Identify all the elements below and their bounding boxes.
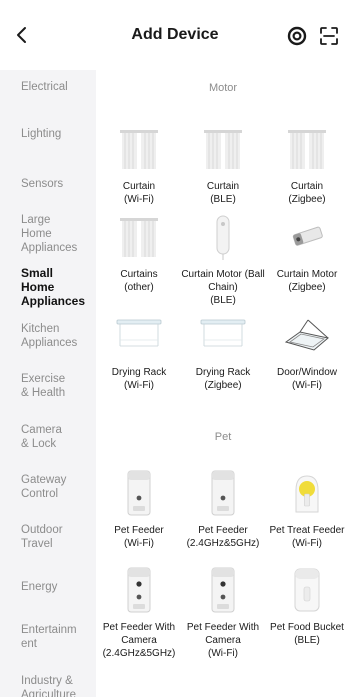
curtain-icon bbox=[114, 124, 164, 174]
device-label: Pet Feeder With Camera (Wi-Fi) bbox=[186, 622, 260, 659]
device-card[interactable]: Pet Feeder (2.4GHz&5GHz) bbox=[181, 468, 265, 550]
sidebar-item[interactable]: Energy bbox=[0, 580, 96, 594]
device-card[interactable]: Curtain (Wi-Fi) bbox=[97, 124, 181, 206]
section-title-motor: Motor bbox=[208, 82, 238, 94]
header: Add Device bbox=[0, 0, 350, 70]
window-icon bbox=[282, 310, 332, 360]
sidebar-item[interactable]: Sensors bbox=[0, 177, 96, 191]
device-label: Pet Feeder With Camera (2.4GHz&5GHz) bbox=[102, 622, 176, 659]
device-label: Curtain (BLE) bbox=[206, 181, 240, 205]
curtain-icon bbox=[282, 124, 332, 174]
sidebar-item[interactable]: Gateway Control bbox=[0, 473, 96, 501]
pet-treat-feeder-icon bbox=[282, 468, 332, 518]
curtain-icon bbox=[114, 212, 164, 262]
pet-feeder-camera-icon bbox=[198, 565, 248, 615]
pet-feeder-icon bbox=[114, 468, 164, 518]
device-card[interactable]: Door/Window (Wi-Fi) bbox=[265, 310, 349, 392]
sidebar-item[interactable]: Small Home Appliances bbox=[0, 266, 96, 308]
sidebar-item[interactable]: Outdoor Travel bbox=[0, 523, 96, 551]
device-card[interactable]: Drying Rack (Wi-Fi) bbox=[97, 310, 181, 392]
drying-rack-icon bbox=[114, 310, 164, 360]
device-list: Motor Curtain (Wi-Fi) Curtain (BLE) Curtai… bbox=[96, 70, 350, 697]
sidebar-item[interactable]: Large Home Appliances bbox=[0, 213, 96, 255]
pet-feeder-camera-icon bbox=[114, 565, 164, 615]
device-label: Curtain Motor (Ball Chain) (BLE) bbox=[181, 269, 265, 306]
device-card[interactable]: Curtains (other) bbox=[97, 212, 181, 294]
scan-icon bbox=[320, 27, 338, 45]
device-card[interactable]: Pet Feeder With Camera (Wi-Fi) bbox=[181, 565, 265, 660]
pet-feeder-icon bbox=[198, 468, 248, 518]
device-label: Curtain (Wi-Fi) bbox=[122, 181, 156, 205]
device-label: Drying Rack (Wi-Fi) bbox=[111, 367, 167, 391]
device-label: Pet Feeder (Wi-Fi) bbox=[114, 525, 164, 549]
device-label: Curtain (Zigbee) bbox=[288, 181, 326, 205]
device-card[interactable]: Curtain (BLE) bbox=[181, 124, 265, 206]
curtain-icon bbox=[198, 124, 248, 174]
target-icon bbox=[287, 26, 307, 46]
device-card[interactable]: Pet Food Bucket (BLE) bbox=[265, 565, 349, 647]
device-card[interactable]: Drying Rack (Zigbee) bbox=[181, 310, 265, 392]
device-card[interactable]: Curtain (Zigbee) bbox=[265, 124, 349, 206]
device-label: Curtain Motor (Zigbee) bbox=[276, 269, 338, 293]
sidebar-item[interactable]: Electrical bbox=[0, 80, 96, 94]
sidebar-item[interactable]: Industry & Agriculture bbox=[0, 674, 96, 697]
scan-button[interactable] bbox=[317, 24, 341, 48]
target-button[interactable] bbox=[285, 24, 309, 48]
device-card[interactable]: Curtain Motor (Ball Chain) (BLE) bbox=[181, 212, 265, 307]
sidebar-item[interactable]: Lighting bbox=[0, 127, 96, 141]
category-sidebar: Electrical Lighting Sensors Large Home Appl… bbox=[0, 70, 96, 697]
sidebar-item[interactable]: Entertainm ent bbox=[0, 623, 96, 651]
device-label: Door/Window (Wi-Fi) bbox=[276, 367, 338, 391]
curtain-motor-ball-icon bbox=[198, 212, 248, 262]
device-label: Pet Feeder (2.4GHz&5GHz) bbox=[186, 525, 260, 549]
device-label: Drying Rack (Zigbee) bbox=[195, 367, 251, 391]
device-card[interactable]: Curtain Motor (Zigbee) bbox=[265, 212, 349, 294]
curtain-motor-icon bbox=[282, 212, 332, 262]
drying-rack-icon bbox=[198, 310, 248, 360]
sidebar-item[interactable]: Camera & Lock bbox=[0, 423, 96, 451]
back-button[interactable] bbox=[8, 22, 34, 48]
device-card[interactable]: Pet Feeder (Wi-Fi) bbox=[97, 468, 181, 550]
chevron-left-icon bbox=[17, 27, 26, 43]
pet-food-bucket-icon bbox=[282, 565, 332, 615]
section-title-pet: Pet bbox=[214, 431, 232, 443]
sidebar-item[interactable]: Exercise & Health bbox=[0, 372, 96, 400]
device-card[interactable]: Pet Treat Feeder (Wi-Fi) bbox=[265, 468, 349, 550]
device-card[interactable]: Pet Feeder With Camera (2.4GHz&5GHz) bbox=[97, 565, 181, 660]
device-label: Pet Food Bucket (BLE) bbox=[270, 622, 344, 646]
device-label: Pet Treat Feeder (Wi-Fi) bbox=[269, 525, 345, 549]
device-label: Curtains (other) bbox=[120, 269, 158, 293]
sidebar-item[interactable]: Kitchen Appliances bbox=[0, 322, 96, 350]
